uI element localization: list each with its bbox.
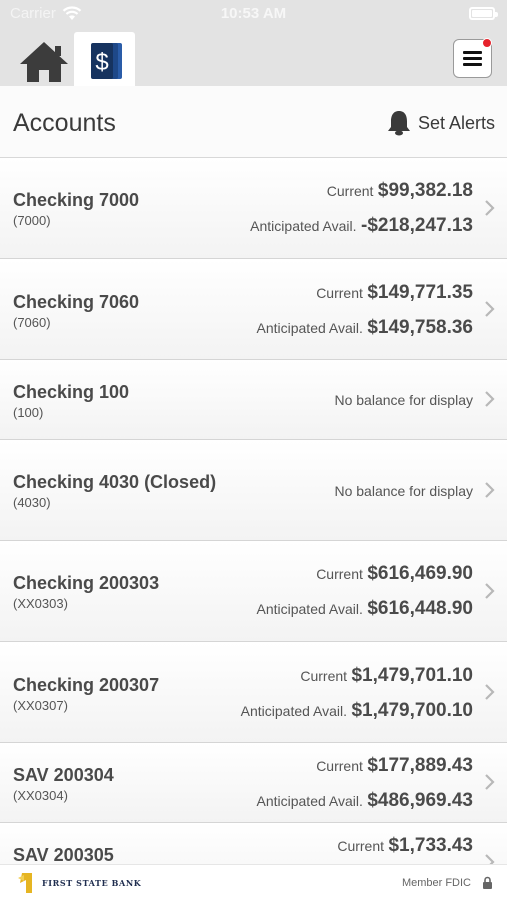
account-name: Checking 7000	[13, 190, 140, 210]
svg-text:$: $	[95, 49, 108, 76]
anticipated-balance: Anticipated Avail. $486,969.43	[257, 790, 474, 812]
anticipated-balance: Anticipated Avail. $149,758.36	[257, 317, 474, 339]
account-row[interactable]: Checking 100 (100) No balance for displa…	[0, 360, 507, 440]
account-row[interactable]: Checking 4030 (Closed) (4030) No balance…	[0, 440, 507, 541]
anticipated-value: $149,758.36	[367, 317, 473, 338]
set-alerts-label: Set Alerts	[417, 112, 495, 133]
tab-home[interactable]	[18, 40, 70, 84]
account-name: Checking 200303	[13, 573, 160, 593]
account-number: (7060)	[13, 315, 51, 330]
current-value: $177,889.43	[367, 755, 473, 776]
anticipated-label: Anticipated Avail.	[256, 793, 363, 809]
account-row[interactable]: Checking 200303 (XX0303) Current $616,46…	[0, 541, 507, 642]
page-title: Accounts	[13, 109, 116, 137]
current-label: Current	[326, 183, 374, 199]
anticipated-label: Anticipated Avail.	[256, 601, 363, 617]
tab-accounts[interactable]: $	[74, 32, 135, 88]
anticipated-value: $616,448.90	[367, 598, 473, 619]
top-bar: Carrier 10:53 AM $	[0, 0, 507, 88]
lock-icon	[483, 876, 492, 889]
battery-icon	[469, 7, 498, 20]
no-balance-text: No balance for display	[334, 392, 473, 408]
current-balance: Current $616,469.90	[316, 563, 473, 585]
current-value: $149,771.35	[367, 282, 473, 303]
current-label: Current	[300, 668, 348, 684]
account-name: Checking 100	[13, 382, 130, 402]
account-row[interactable]: SAV 200304 (XX0304) Current $177,889.43 …	[0, 743, 507, 823]
anticipated-label: Anticipated Avail.	[256, 320, 363, 336]
current-balance: Current $99,382.18	[327, 180, 473, 202]
dollar-cards-icon: $	[90, 43, 122, 79]
anticipated-value: $486,969.43	[367, 790, 473, 811]
account-number: (XX0304)	[13, 788, 68, 803]
bank-logo-icon	[18, 873, 32, 893]
account-name: Checking 4030 (Closed)	[13, 472, 217, 492]
current-value: $1,733.43	[388, 835, 473, 856]
current-value: $99,382.18	[377, 180, 473, 201]
account-name: Checking 7060	[13, 292, 140, 312]
account-name: Checking 200307	[13, 675, 160, 695]
anticipated-balance: Anticipated Avail. $616,448.90	[257, 598, 474, 620]
current-balance: Current $149,771.35	[316, 282, 473, 304]
account-row[interactable]: Checking 200307 (XX0307) Current $1,479,…	[0, 642, 507, 743]
anticipated-balance: Anticipated Avail. $1,479,700.10	[241, 700, 473, 722]
chevron-right-icon	[485, 482, 495, 498]
account-number: (XX0307)	[13, 698, 68, 713]
account-number: (XX0303)	[13, 596, 68, 611]
status-time: 10:53 AM	[220, 5, 287, 22]
anticipated-balance: Anticipated Avail. -$218,247.13	[250, 215, 473, 237]
current-label: Current	[316, 566, 363, 582]
account-row[interactable]: Checking 7000 (7000) Current $99,382.18 …	[0, 158, 507, 259]
footer: FIRST STATE BANK Member FDIC	[0, 864, 507, 900]
account-number: (7000)	[13, 213, 51, 228]
chevron-right-icon	[485, 774, 495, 790]
chevron-right-icon	[485, 200, 495, 216]
account-row[interactable]: Checking 7060 (7060) Current $149,771.35…	[0, 259, 507, 360]
current-label: Current	[316, 285, 363, 301]
home-icon	[20, 42, 68, 82]
current-value: $616,469.90	[367, 563, 473, 584]
anticipated-label: Anticipated Avail.	[250, 218, 357, 234]
chevron-right-icon	[485, 583, 495, 599]
page-header: Accounts Set Alerts	[0, 86, 507, 158]
chevron-right-icon	[485, 684, 495, 700]
no-balance-text: No balance for display	[334, 483, 473, 499]
bank-name: FIRST STATE BANK	[42, 878, 142, 888]
account-name: SAV 200304	[13, 765, 114, 785]
anticipated-value: -$218,247.13	[361, 215, 473, 236]
current-balance: Current $177,889.43	[316, 755, 473, 777]
current-balance: Current $1,479,701.10	[300, 665, 473, 687]
current-balance: Current $1,733.43	[337, 835, 473, 857]
anticipated-value: $1,479,700.10	[351, 700, 473, 721]
bell-icon	[387, 111, 410, 136]
chevron-right-icon	[485, 391, 495, 407]
member-fdic-label: Member FDIC	[401, 877, 471, 889]
set-alerts-button[interactable]: Set Alerts	[387, 109, 495, 137]
account-number: (100)	[13, 405, 44, 420]
account-number: (4030)	[13, 495, 51, 510]
account-name: SAV 200305	[13, 845, 114, 865]
notification-badge	[482, 38, 492, 48]
status-bar: Carrier 10:53 AM	[0, 0, 507, 28]
current-value: $1,479,701.10	[351, 665, 473, 686]
anticipated-label: Anticipated Avail.	[240, 703, 348, 719]
current-label: Current	[337, 838, 385, 854]
chevron-right-icon	[485, 301, 495, 317]
current-label: Current	[316, 758, 363, 774]
